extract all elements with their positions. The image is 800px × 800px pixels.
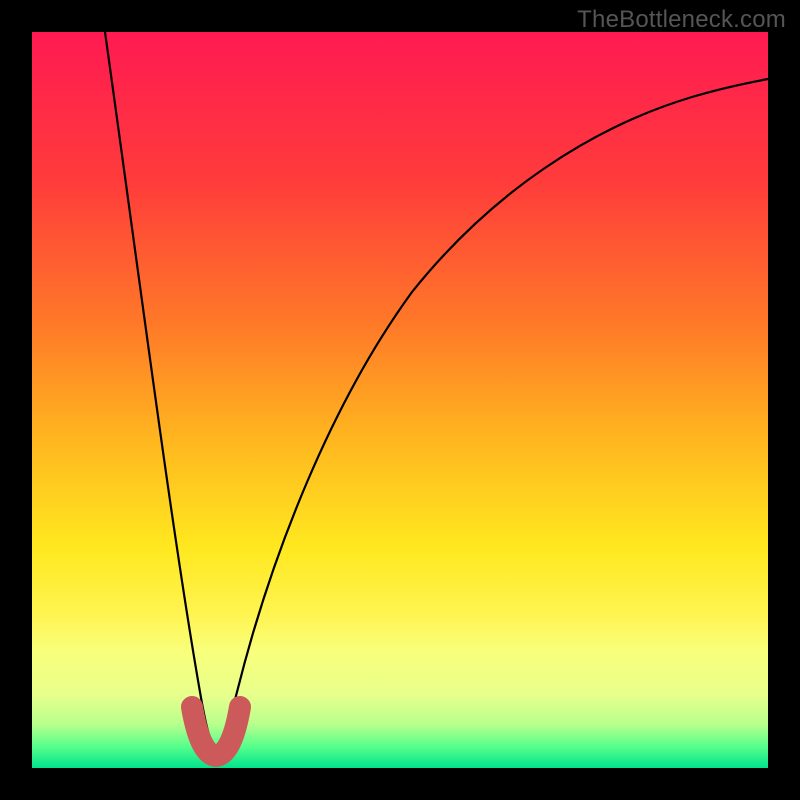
chart-plot-area (32, 32, 768, 768)
watermark-text: TheBottleneck.com (577, 6, 786, 34)
gradient-background (32, 32, 768, 768)
chart-frame: TheBottleneck.com (0, 0, 800, 800)
chart-svg (32, 32, 768, 768)
